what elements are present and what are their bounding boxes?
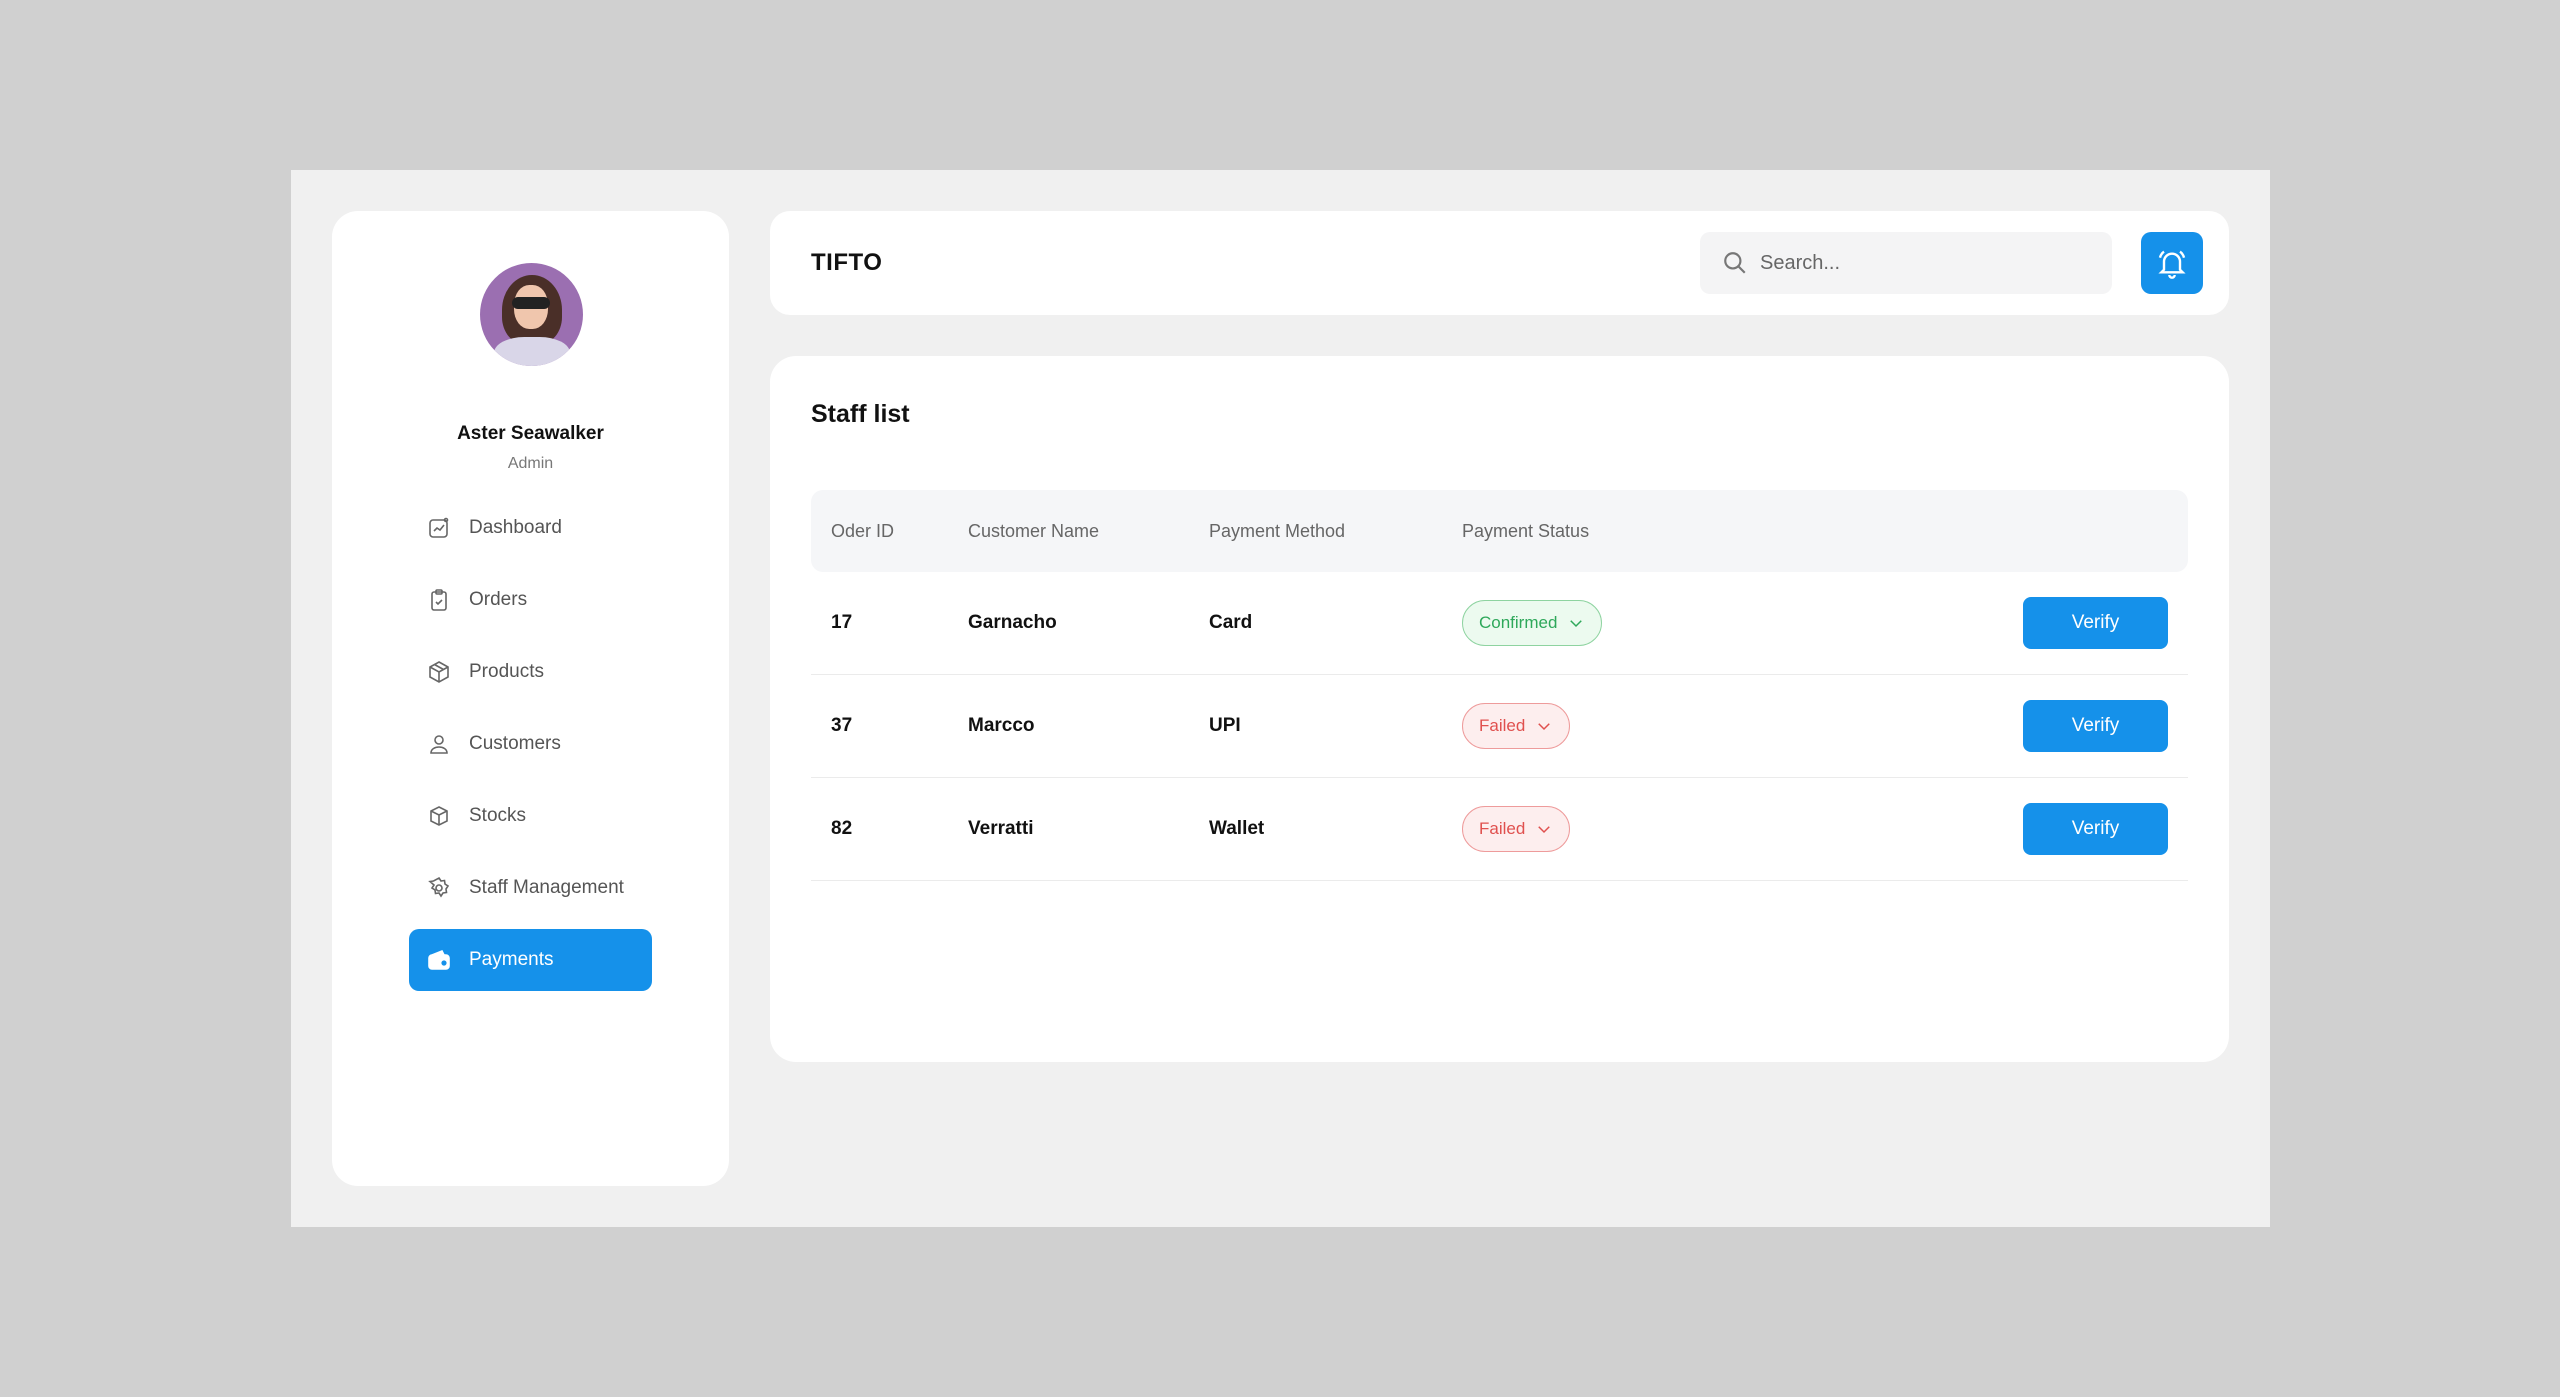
status-badge: Failed <box>1479 716 1526 735</box>
user-icon <box>427 732 451 756</box>
column-header-payment-status: Payment Status <box>1462 520 1590 541</box>
sidebar-item-staff-management[interactable]: Staff Management <box>409 857 652 919</box>
sidebar-item-label: Orders <box>469 589 528 610</box>
avatar[interactable] <box>480 263 583 366</box>
sidebar-item-label: Staff Management <box>469 877 624 898</box>
sidebar-item-products[interactable]: Products <box>409 641 652 703</box>
chevron-down-icon <box>1570 620 1583 628</box>
box-icon <box>427 660 451 684</box>
payment-method: UPI <box>1209 715 1241 736</box>
brand-logo[interactable]: TIFTO <box>811 211 882 315</box>
sidebar-item-stocks[interactable]: Stocks <box>409 785 652 847</box>
table-row: 37 Marcco UPI Failed Verify <box>811 675 2188 778</box>
search-box[interactable] <box>1700 232 2112 294</box>
top-bar: TIFTO <box>770 211 2229 315</box>
status-badge: Failed <box>1479 819 1526 838</box>
order-id: 37 <box>831 715 853 736</box>
staff-list-card: Staff list Oder ID Customer Name Payment… <box>770 356 2229 1062</box>
column-header-customer-name: Customer Name <box>968 520 1100 541</box>
sidebar-item-label: Payments <box>469 949 554 970</box>
payment-method: Wallet <box>1209 818 1265 839</box>
column-header-payment-method: Payment Method <box>1209 520 1346 541</box>
verify-button[interactable]: Verify <box>2023 597 2168 649</box>
order-id: 82 <box>831 818 853 839</box>
table-header: Oder ID Customer Name Payment Method Pay… <box>811 490 2188 572</box>
bell-icon <box>2158 250 2186 279</box>
customer-name: Garnacho <box>968 612 1057 633</box>
dashboard-icon <box>427 516 451 540</box>
sidebar-item-orders[interactable]: Orders <box>409 569 652 631</box>
cube-icon <box>427 804 451 828</box>
verify-button[interactable]: Verify <box>2023 803 2168 855</box>
sidebar-item-dashboard[interactable]: Dashboard <box>409 497 652 559</box>
column-header-order-id: Oder ID <box>831 520 895 541</box>
customer-name: Marcco <box>968 715 1035 736</box>
notifications-button[interactable] <box>2141 232 2203 294</box>
customer-name: Verratti <box>968 818 1034 839</box>
table-row: 82 Verratti Wallet Failed Verify <box>811 778 2188 881</box>
status-dropdown[interactable]: Failed <box>1462 703 1571 749</box>
sidebar-item-label: Stocks <box>469 805 527 826</box>
user-name: Aster Seawalker <box>457 423 604 444</box>
gear-icon <box>427 876 451 900</box>
user-role: Admin <box>507 455 554 472</box>
verify-button[interactable]: Verify <box>2023 700 2168 752</box>
payments-table: Oder ID Customer Name Payment Method Pay… <box>811 490 2188 881</box>
table-row: 17 Garnacho Card Confirmed Verify <box>811 572 2188 675</box>
chevron-down-icon <box>1538 723 1551 731</box>
sidebar: Aster Seawalker Admin Dashboard Orders P… <box>332 211 729 1186</box>
search-icon <box>1724 252 1746 274</box>
status-dropdown[interactable]: Failed <box>1462 806 1571 852</box>
sidebar-nav: Dashboard Orders Products Customers Stoc… <box>409 497 652 1001</box>
wallet-icon <box>427 948 451 972</box>
clipboard-icon <box>427 588 451 612</box>
sidebar-item-label: Customers <box>469 733 561 754</box>
app-frame: Aster Seawalker Admin Dashboard Orders P… <box>291 170 2270 1227</box>
sidebar-item-label: Products <box>469 661 544 682</box>
status-dropdown[interactable]: Confirmed <box>1462 600 1603 646</box>
order-id: 17 <box>831 612 853 633</box>
page-title: Staff list <box>811 400 910 428</box>
status-badge: Confirmed <box>1479 613 1558 632</box>
sidebar-item-customers[interactable]: Customers <box>409 713 652 775</box>
search-input[interactable] <box>1760 251 2080 275</box>
sidebar-item-payments[interactable]: Payments <box>409 929 652 991</box>
payment-method: Card <box>1209 612 1253 633</box>
chevron-down-icon <box>1538 826 1551 834</box>
sidebar-item-label: Dashboard <box>469 517 562 538</box>
